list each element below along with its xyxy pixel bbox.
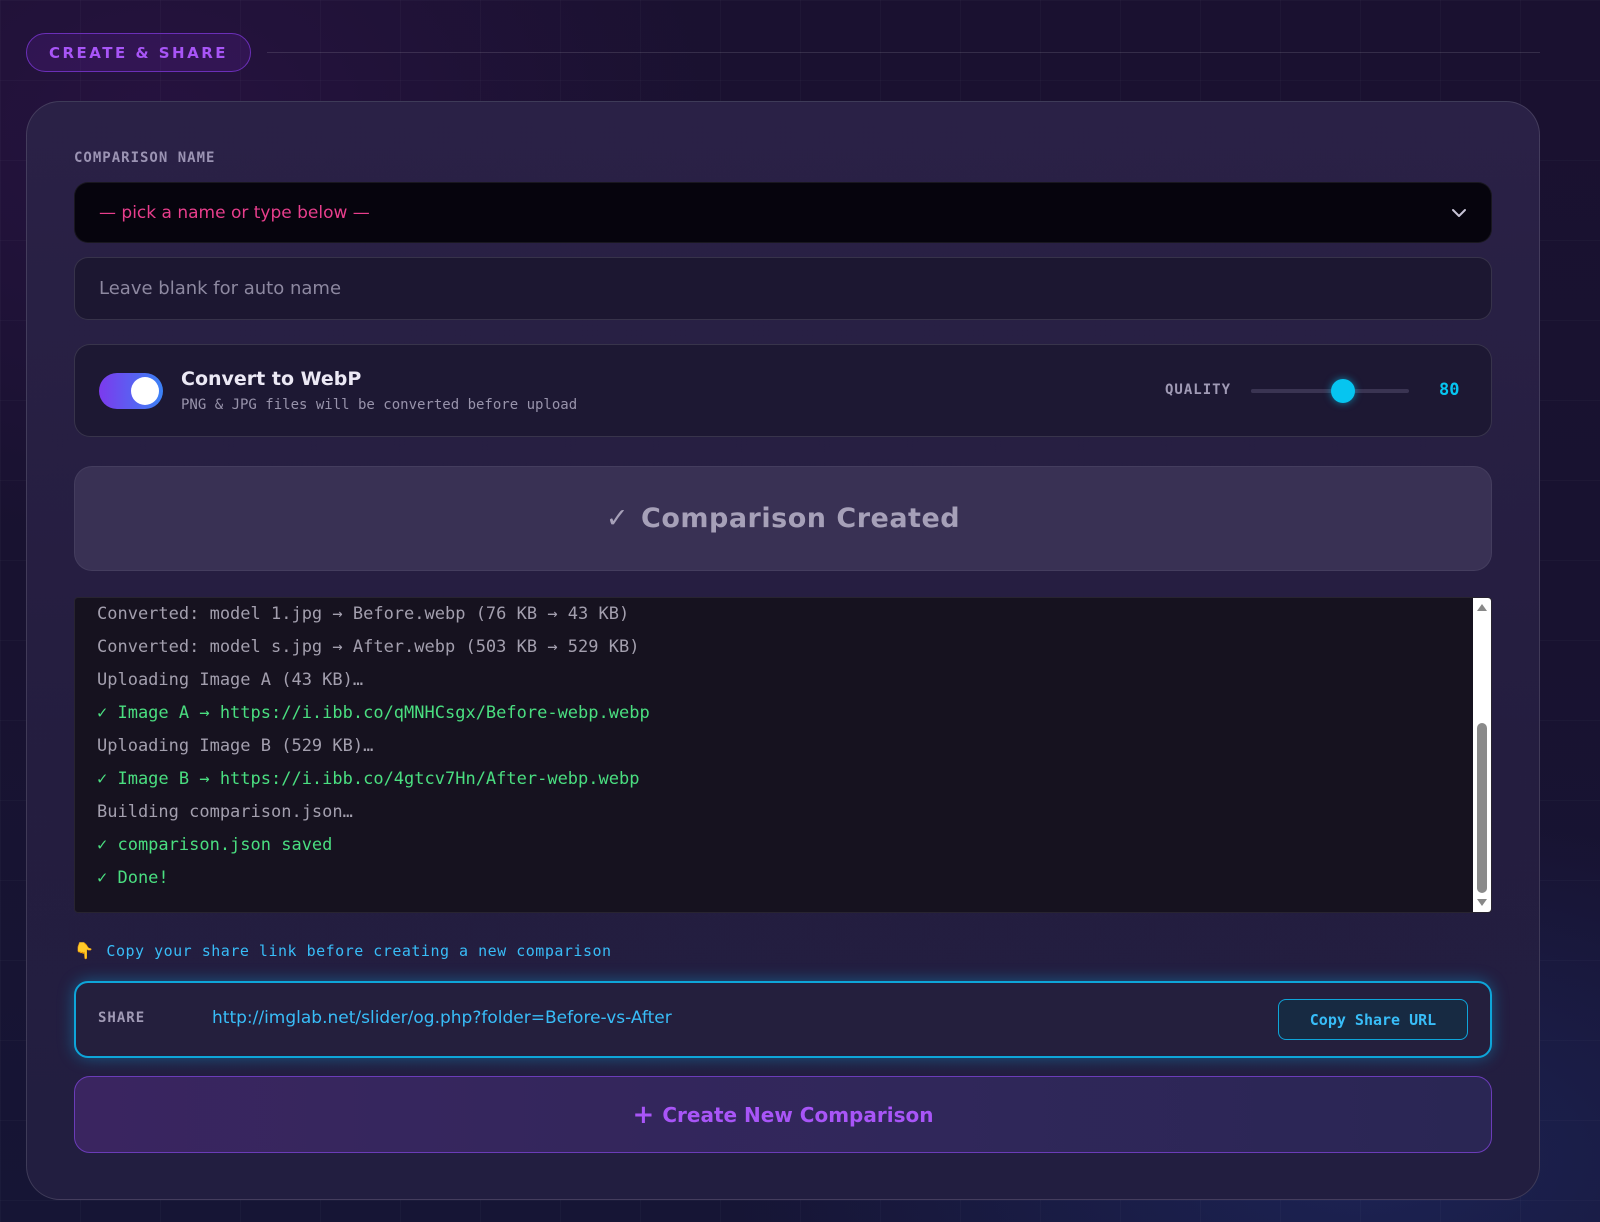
log-line: Converted: model 1.jpg → Before.webp (76…: [97, 604, 630, 624]
check-icon: ✓: [605, 503, 630, 534]
section-divider: [267, 52, 1540, 53]
webp-toggle[interactable]: [99, 373, 163, 409]
scroll-down-arrow-icon[interactable]: [1477, 899, 1487, 906]
scrollbar-thumb[interactable]: [1477, 723, 1487, 893]
quality-slider-fill: [1251, 389, 1343, 393]
create-new-comparison-button[interactable]: + Create New Comparison: [74, 1076, 1492, 1153]
quality-slider[interactable]: [1251, 379, 1409, 403]
comparison-created-label: Comparison Created: [641, 503, 961, 534]
comparison-name-select[interactable]: — pick a name or type below —: [74, 182, 1492, 243]
log-line: ✓ comparison.json saved: [97, 835, 333, 855]
upload-log[interactable]: Converted: model 1.jpg → Before.webp (76…: [74, 597, 1492, 913]
share-hint-text: Copy your share link before creating a n…: [106, 941, 612, 960]
share-url[interactable]: http://imglab.net/slider/og.php?folder=B…: [212, 1008, 672, 1028]
log-line: ✓ Image B → https://i.ibb.co/4gtcv7Hn/Af…: [97, 769, 640, 789]
copy-share-url-button[interactable]: Copy Share URL: [1278, 999, 1468, 1040]
log-line: ✓ Image A → https://i.ibb.co/qMNHCsgx/Be…: [97, 703, 650, 723]
log-line: Building comparison.json…: [97, 802, 353, 822]
share-box: SHARE http://imglab.net/slider/og.php?fo…: [74, 981, 1492, 1058]
webp-subtitle: PNG & JPG files will be converted before…: [181, 397, 578, 413]
toggle-knob: [131, 377, 159, 405]
create-new-comparison-label: Create New Comparison: [662, 1102, 934, 1127]
log-line: Converted: model s.jpg → After.webp (503…: [97, 637, 640, 657]
quality-slider-thumb[interactable]: [1330, 379, 1355, 403]
share-hint: 👇 Copy your share link before creating a…: [74, 941, 612, 960]
chevron-down-icon: [1452, 208, 1466, 217]
quality-label: QUALITY: [1165, 382, 1232, 398]
pointing-hand-icon: 👇: [74, 941, 95, 960]
log-line: Uploading Image A (43 KB)…: [97, 670, 364, 690]
log-line: ✓ Done!: [97, 868, 169, 888]
scroll-up-arrow-icon[interactable]: [1477, 604, 1487, 611]
webp-conversion-panel: Convert to WebP PNG & JPG files will be …: [74, 344, 1492, 437]
log-line: Uploading Image B (529 KB)…: [97, 736, 374, 756]
share-label: SHARE: [98, 1010, 146, 1026]
plus-icon: +: [632, 1099, 655, 1130]
comparison-name-label: COMPARISON NAME: [74, 150, 216, 166]
create-share-card: COMPARISON NAME — pick a name or type be…: [26, 101, 1540, 1200]
comparison-created-button[interactable]: ✓ Comparison Created: [74, 466, 1492, 571]
comparison-name-input[interactable]: [74, 257, 1492, 320]
section-header: CREATE & SHARE: [26, 33, 1540, 72]
log-lines: Converted: model 1.jpg → Before.webp (76…: [97, 598, 1467, 895]
webp-title: Convert to WebP: [181, 368, 362, 390]
log-scrollbar[interactable]: [1473, 598, 1491, 912]
section-title-pill: CREATE & SHARE: [26, 33, 252, 72]
comparison-name-select-value: — pick a name or type below —: [99, 202, 370, 223]
quality-value: 80: [1439, 380, 1460, 400]
